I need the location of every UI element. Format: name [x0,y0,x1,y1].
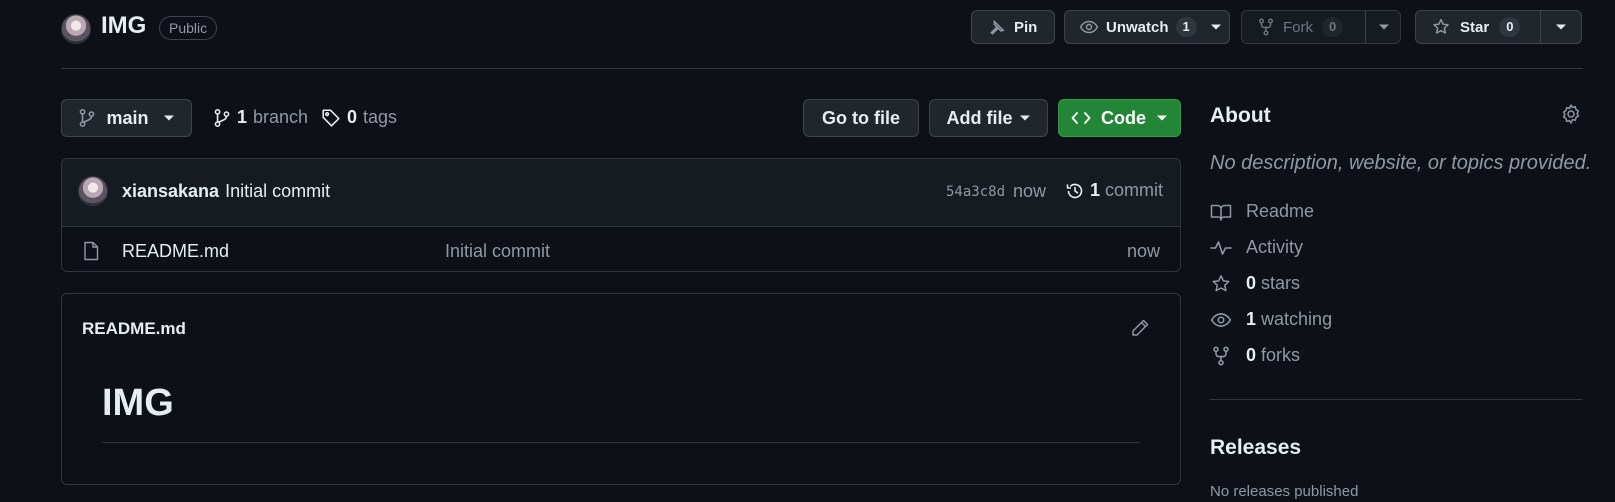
fork-dropdown[interactable] [1366,11,1390,43]
branch-count: 1 [237,107,248,127]
tag-icon [321,108,341,128]
go-to-file-label: Go to file [822,107,900,128]
activity-link[interactable]: Activity [1210,237,1303,258]
commit-author[interactable]: xiansakana [122,181,219,202]
chevron-down-icon [1210,23,1222,31]
file-commit-message[interactable]: Initial commit [445,241,550,262]
star-dropdown[interactable] [1541,11,1567,43]
chevron-down-icon [1555,23,1567,31]
readme-link-label: Readme [1246,201,1315,221]
chevron-down-icon [163,114,175,122]
pin-button[interactable]: Pin [971,10,1055,44]
about-title: About [1210,104,1271,127]
branch-icon [78,108,96,128]
branch-label: branch [253,107,309,127]
gear-icon[interactable] [1560,103,1582,125]
visibility-badge: Public [159,16,218,40]
chevron-down-icon [1019,114,1031,122]
file-icon [83,241,99,261]
star-label: Star [1460,18,1490,36]
forks-link[interactable]: 0 forks [1210,345,1300,366]
stars-label: stars [1261,273,1301,293]
forks-label: forks [1261,345,1301,365]
tag-label: tags [363,107,398,127]
branch-name: main [106,107,149,128]
stars-link[interactable]: 0 stars [1210,273,1300,294]
readme-link[interactable]: Readme [1210,201,1314,222]
code-label: Code [1101,107,1146,128]
fork-button-group[interactable]: Fork 0 [1241,10,1401,44]
star-icon [1210,274,1232,294]
fork-label: Fork [1283,18,1313,36]
releases-title[interactable]: Releases [1210,436,1301,460]
commit-count: 1 [1090,180,1101,200]
releases-empty-text: No releases published [1210,483,1359,500]
fork-button[interactable]: Fork 0 [1242,11,1365,43]
commit-time: now [1013,181,1047,201]
go-to-file-button[interactable]: Go to file [803,99,919,137]
add-file-button[interactable]: Add file [929,99,1048,137]
pulse-icon [1210,238,1232,258]
pencil-icon[interactable] [1130,318,1150,338]
watching-count: 1 [1246,309,1257,329]
chevron-down-icon [1378,23,1390,31]
repo-description: No description, website, or topics provi… [1210,152,1592,174]
file-row[interactable]: README.md Initial commit now [62,227,1180,271]
star-button-group[interactable]: Star 0 [1415,10,1582,44]
file-time: now [1126,241,1160,261]
code-icon [1071,110,1091,126]
activity-link-label: Activity [1246,237,1304,257]
forks-count: 0 [1246,345,1257,365]
fork-icon [1258,18,1274,36]
readme-filename[interactable]: README.md [82,319,186,339]
commit-history-link[interactable]: 1 commit [1065,180,1163,201]
star-button[interactable]: Star 0 [1416,11,1540,43]
chevron-down-icon [1156,114,1168,122]
tags-link[interactable]: 0 tags [321,107,397,128]
header-divider [61,68,1583,69]
eye-icon [1210,310,1232,330]
branches-link[interactable]: 1 branch [213,107,308,128]
commit-label: commit [1105,180,1164,200]
unwatch-label: Unwatch [1106,18,1169,36]
readme-heading-rule [102,442,1140,443]
branch-icon [213,108,231,128]
readme-panel: README.md IMG [61,293,1181,485]
unwatch-button[interactable]: Unwatch 1 [1064,10,1230,44]
sidebar-divider [1210,399,1582,400]
commit-message[interactable]: Initial commit [225,181,330,202]
pin-icon [988,18,1006,36]
history-icon [1065,181,1085,201]
code-button[interactable]: Code [1058,99,1181,137]
owner-avatar[interactable] [61,14,91,44]
book-icon [1210,202,1232,222]
fork-icon [1210,346,1232,366]
star-count: 0 [1499,17,1521,37]
watch-count: 1 [1175,17,1197,37]
file-name[interactable]: README.md [122,241,229,262]
file-browser: xiansakana Initial commit 54a3c8d now 1 … [61,158,1181,272]
fork-count: 0 [1322,17,1344,37]
add-file-label: Add file [946,107,1013,128]
tag-count: 0 [347,107,358,127]
watchers-link[interactable]: 1 watching [1210,309,1332,330]
commit-sha[interactable]: 54a3c8d [946,184,1005,200]
pin-label: Pin [1014,18,1038,36]
star-icon [1432,18,1450,36]
author-avatar[interactable] [78,176,108,206]
repo-name[interactable]: IMG [101,12,146,40]
eye-icon [1079,18,1099,36]
readme-heading: IMG [102,382,174,424]
latest-commit-bar: xiansakana Initial commit 54a3c8d now 1 … [62,159,1180,227]
stars-count: 0 [1246,273,1257,293]
watching-label: watching [1261,309,1333,329]
branch-selector[interactable]: main [61,99,192,137]
